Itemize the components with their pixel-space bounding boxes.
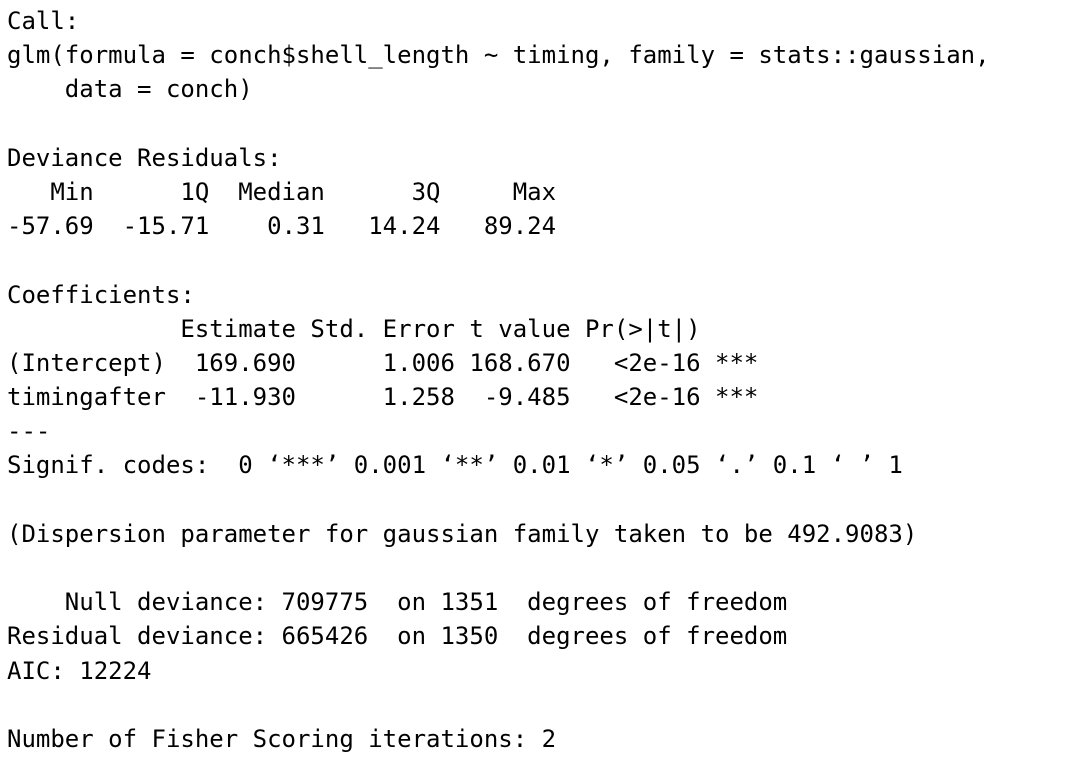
- dispersion-line: (Dispersion parameter for gaussian famil…: [7, 519, 918, 548]
- signif-codes-line: Signif. codes: 0 ‘***’ 0.001 ‘**’ 0.01 ‘…: [7, 451, 903, 480]
- deviance-residuals-heading: Deviance Residuals:: [7, 143, 282, 172]
- residual-deviance-line: Residual deviance: 665426 on 1350 degree…: [7, 622, 788, 651]
- call-heading: Call:: [7, 7, 80, 35]
- residuals-values-row: -57.69 -15.71 0.31 14.24 89.24: [7, 212, 557, 241]
- r-console-output: Call: glm(formula = conch$shell_length ~…: [7, 4, 1077, 756]
- null-deviance-line: Null deviance: 709775 on 1351 degrees of…: [7, 588, 788, 617]
- fisher-scoring-line: Number of Fisher Scoring iterations: 2: [7, 724, 557, 753]
- coefficients-intercept-row: (Intercept) 169.690 1.006 168.670 <2e-16…: [7, 348, 759, 377]
- call-data-line: data = conch): [7, 75, 253, 104]
- separator-line: ---: [7, 417, 51, 446]
- coefficients-header-row: Estimate Std. Error t value Pr(>|t|): [7, 314, 701, 343]
- coefficients-timingafter-row: timingafter -11.930 1.258 -9.485 <2e-16 …: [7, 383, 759, 412]
- aic-line: AIC: 12224: [7, 656, 152, 685]
- residuals-header-row: Min 1Q Median 3Q Max: [7, 177, 557, 206]
- coefficients-heading: Coefficients:: [7, 280, 195, 309]
- call-formula-line: glm(formula = conch$shell_length ~ timin…: [7, 41, 990, 70]
